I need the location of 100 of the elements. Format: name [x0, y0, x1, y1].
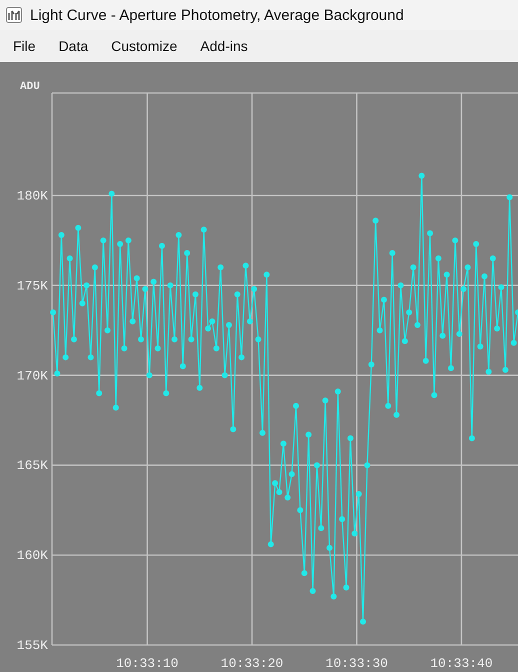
- data-point: [482, 273, 488, 280]
- data-point: [117, 241, 124, 248]
- data-point: [96, 390, 102, 396]
- data-point: [242, 262, 249, 269]
- menu-item[interactable]: Data: [58, 38, 88, 54]
- axis-tick-label: 160K: [16, 548, 48, 564]
- data-point: [154, 345, 161, 352]
- data-point: [330, 593, 337, 600]
- menu-item[interactable]: Customize: [111, 38, 178, 54]
- data-point: [502, 366, 508, 373]
- data-point: [452, 237, 458, 244]
- data-point: [464, 264, 471, 270]
- data-point: [246, 318, 253, 324]
- data-point: [372, 218, 379, 224]
- axis-tick-label: 10:33:20: [220, 656, 284, 671]
- data-point: [280, 440, 286, 447]
- data-point: [402, 338, 408, 344]
- data-point: [264, 272, 270, 278]
- data-point: [188, 336, 194, 342]
- data-point: [318, 525, 324, 532]
- axis-tick-label: 10:33:10: [116, 656, 178, 671]
- data-point: [494, 326, 500, 332]
- menu-item[interactable]: File: [13, 38, 36, 54]
- axis-tick-label: 155K: [16, 638, 48, 653]
- data-point: [150, 278, 157, 285]
- data-point: [293, 402, 299, 409]
- data-point: [58, 232, 64, 238]
- data-point: [376, 327, 383, 334]
- data-point: [66, 255, 73, 262]
- data-point: [498, 284, 504, 290]
- data-point: [176, 232, 182, 238]
- data-point: [255, 336, 262, 342]
- data-point: [297, 507, 304, 514]
- data-point: [196, 384, 203, 391]
- data-point: [490, 255, 496, 262]
- menu-item[interactable]: Add-ins: [200, 38, 248, 54]
- data-point: [448, 365, 454, 372]
- data-point: [352, 530, 358, 537]
- data-point: [180, 363, 186, 370]
- data-point: [422, 358, 429, 364]
- data-point: [288, 471, 295, 478]
- data-point: [444, 272, 450, 278]
- data-point: [108, 190, 115, 197]
- data-point: [440, 332, 446, 339]
- data-point: [284, 494, 291, 501]
- data-point: [121, 345, 128, 352]
- data-point: [398, 282, 404, 288]
- data-point: [380, 296, 387, 303]
- data-point: [306, 432, 312, 438]
- data-point: [410, 264, 416, 270]
- data-point: [435, 255, 442, 262]
- data-point: [142, 286, 148, 292]
- data-point: [276, 489, 282, 496]
- data-point: [510, 340, 517, 346]
- data-point: [71, 336, 77, 342]
- axis-tick-label: 170K: [16, 368, 48, 384]
- data-point: [125, 237, 132, 244]
- data-point: [172, 336, 178, 342]
- data-point: [360, 618, 366, 625]
- data-point: [356, 490, 362, 497]
- data-point: [456, 330, 462, 337]
- data-point: [326, 544, 332, 551]
- app-icon: [6, 7, 22, 23]
- data-point: [427, 230, 434, 236]
- data-point: [92, 264, 98, 270]
- data-point: [134, 275, 140, 282]
- data-point: [515, 309, 518, 316]
- data-point: [184, 250, 190, 256]
- data-point: [334, 388, 341, 394]
- data-point: [473, 241, 480, 248]
- data-point: [167, 282, 174, 288]
- data-point: [314, 462, 320, 468]
- data-point: [406, 309, 412, 316]
- data-point: [218, 264, 224, 270]
- data-point: [259, 430, 266, 436]
- y-axis-label: ADU: [20, 81, 40, 93]
- data-point: [322, 397, 328, 404]
- data-point: [431, 392, 438, 398]
- data-point: [251, 286, 258, 292]
- data-point: [418, 172, 425, 179]
- axis-tick-label: 180K: [16, 188, 48, 204]
- data-point: [79, 300, 86, 306]
- data-point: [364, 462, 370, 468]
- data-point: [222, 372, 228, 378]
- axis-tick-label: 175K: [16, 278, 48, 294]
- data-point: [234, 291, 240, 298]
- data-point: [477, 344, 484, 350]
- data-point: [394, 412, 400, 418]
- data-point: [301, 570, 308, 576]
- data-point: [268, 541, 274, 548]
- data-point: [506, 194, 513, 200]
- data-point: [272, 480, 278, 486]
- data-point: [146, 372, 152, 378]
- data-point: [50, 309, 56, 316]
- axis-tick-label: 165K: [16, 458, 48, 474]
- data-point: [88, 354, 94, 360]
- data-point: [226, 322, 232, 328]
- data-point: [230, 426, 236, 432]
- data-point: [130, 318, 136, 324]
- data-point: [385, 402, 392, 409]
